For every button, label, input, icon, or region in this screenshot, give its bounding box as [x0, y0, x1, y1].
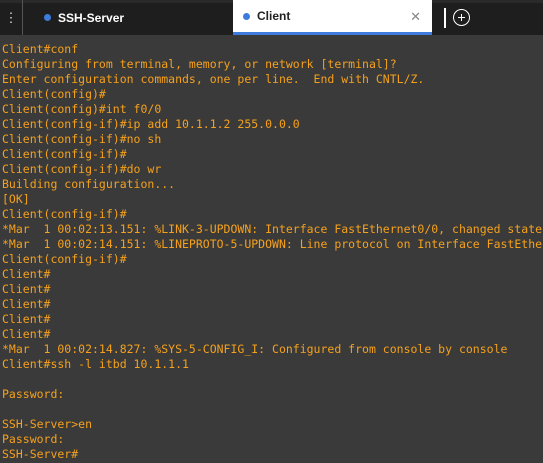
terminal-line: Password:	[2, 387, 65, 401]
terminal-line: [OK]	[2, 192, 30, 206]
terminal-line: Client#	[2, 312, 51, 326]
terminal-line: Client#ssh -l itbd 10.1.1.1	[2, 357, 189, 371]
terminal-line: Password:	[2, 432, 65, 446]
terminal-line: Client(config-if)#do wr	[2, 162, 162, 176]
terminal-line: Client(config)#int f0/0	[2, 102, 162, 116]
terminal-output[interactable]: Client#conf Configuring from terminal, me…	[0, 35, 543, 463]
terminal-line: Building configuration...	[2, 177, 176, 191]
terminal-line: SSH-Server#	[2, 447, 79, 461]
terminal-line: Client#conf	[2, 42, 79, 56]
tab-divider	[444, 8, 446, 28]
terminal-line: Client(config-if)#ip add 10.1.1.2 255.0.…	[2, 117, 300, 131]
terminal-line: Client#	[2, 267, 51, 281]
terminal-line: Client#	[2, 297, 51, 311]
terminal-line: Client(config-if)#	[2, 147, 127, 161]
terminal-line: Client#	[2, 327, 51, 341]
terminal-line: Client(config-if)#	[2, 207, 127, 221]
terminal-line: *Mar 1 00:02:14.827: %SYS-5-CONFIG_I: Co…	[2, 342, 508, 356]
tab-label: Client	[257, 9, 291, 23]
close-icon[interactable]: ✕	[410, 9, 421, 25]
terminal-line: Enter configuration commands, one per li…	[2, 72, 425, 86]
new-tab-icon[interactable]	[453, 9, 470, 26]
terminal-line: SSH-Server>en	[2, 417, 93, 431]
terminal-line: *Mar 1 00:02:13.151: %LINK-3-UPDOWN: Int…	[2, 222, 543, 236]
terminal-line: Client(config-if)#no sh	[2, 132, 162, 146]
session-status-icon	[243, 12, 250, 20]
terminal-line: Client(config-if)#	[2, 252, 127, 266]
terminal-line: Configuring from terminal, memory, or ne…	[2, 57, 397, 71]
tab-ssh-server[interactable]: SSH-Server	[22, 0, 233, 35]
menu-icon[interactable]: ⋮	[0, 8, 22, 28]
tab-client[interactable]: Client ✕	[233, 0, 432, 35]
terminal-line: *Mar 1 00:02:14.151: %LINEPROTO-5-UPDOWN…	[2, 237, 543, 251]
tab-bar: ⋮ SSH-Server Client ✕	[0, 0, 543, 35]
terminal-line: Client(config)#	[2, 87, 106, 101]
session-status-icon	[44, 14, 51, 21]
tab-label: SSH-Server	[58, 10, 125, 25]
terminal-line: Client#	[2, 282, 51, 296]
